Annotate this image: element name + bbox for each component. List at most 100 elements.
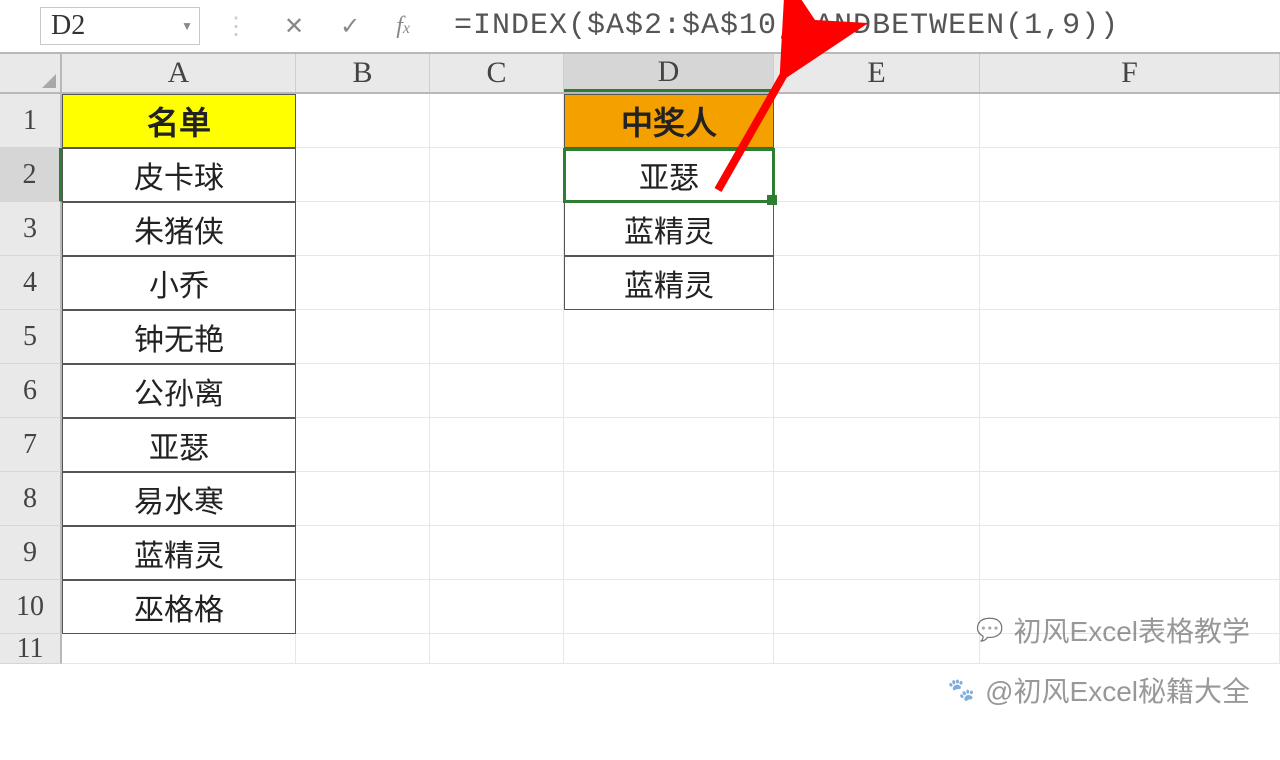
cell-C3[interactable]	[430, 202, 564, 256]
col-header-C[interactable]: C	[430, 54, 564, 92]
row-header-3[interactable]: 3	[0, 202, 62, 256]
row-header-9[interactable]: 9	[0, 526, 62, 580]
cell-A5[interactable]: 钟无艳	[62, 310, 296, 364]
cell-D11[interactable]	[564, 634, 774, 664]
cell-E7[interactable]	[774, 418, 980, 472]
formula-bar-buttons: ⋮ ✕ fx	[200, 12, 434, 41]
cell-A3[interactable]: 朱猪侠	[62, 202, 296, 256]
cell-D8[interactable]	[564, 472, 774, 526]
row-2: 2 皮卡球 亚瑟	[0, 148, 1280, 202]
cell-F3[interactable]	[980, 202, 1280, 256]
row-5: 5 钟无艳	[0, 310, 1280, 364]
cell-D10[interactable]	[564, 580, 774, 634]
cell-F1[interactable]	[980, 94, 1280, 148]
formula-bar: D2 ▼ ⋮ ✕ fx =INDEX($A$2:$A$10,RANDBETWEE…	[0, 0, 1280, 54]
cell-D1[interactable]: 中奖人	[564, 94, 774, 148]
cell-F5[interactable]	[980, 310, 1280, 364]
cell-D9[interactable]	[564, 526, 774, 580]
cell-B11[interactable]	[296, 634, 430, 664]
col-header-A[interactable]: A	[62, 54, 296, 92]
cell-B2[interactable]	[296, 148, 430, 202]
cell-F4[interactable]	[980, 256, 1280, 310]
col-header-E[interactable]: E	[774, 54, 980, 92]
cell-C4[interactable]	[430, 256, 564, 310]
fx-icon[interactable]: fx	[396, 13, 410, 40]
cell-D7[interactable]	[564, 418, 774, 472]
row-3: 3 朱猪侠 蓝精灵	[0, 202, 1280, 256]
column-headers: A B C D E F	[0, 54, 1280, 94]
select-all-corner[interactable]	[0, 54, 62, 92]
row-1: 1 名单 中奖人	[0, 94, 1280, 148]
cell-D6[interactable]	[564, 364, 774, 418]
watermark-2: 🐾 @初风Excel秘籍大全	[948, 670, 1250, 710]
cell-F6[interactable]	[980, 364, 1280, 418]
cell-E5[interactable]	[774, 310, 980, 364]
col-header-D[interactable]: D	[564, 54, 774, 92]
cell-B6[interactable]	[296, 364, 430, 418]
row-header-1[interactable]: 1	[0, 94, 62, 148]
name-box-dropdown-icon[interactable]: ▼	[181, 19, 193, 34]
cell-E9[interactable]	[774, 526, 980, 580]
cell-E11[interactable]	[774, 634, 980, 664]
cell-E8[interactable]	[774, 472, 980, 526]
cell-C11[interactable]	[430, 634, 564, 664]
watermark-2-text: @初风Excel秘籍大全	[985, 670, 1250, 710]
cell-D5[interactable]	[564, 310, 774, 364]
cell-A1[interactable]: 名单	[62, 94, 296, 148]
cell-B5[interactable]	[296, 310, 430, 364]
cell-A6[interactable]: 公孙离	[62, 364, 296, 418]
cell-C1[interactable]	[430, 94, 564, 148]
row-header-4[interactable]: 4	[0, 256, 62, 310]
cell-E1[interactable]	[774, 94, 980, 148]
cell-E2[interactable]	[774, 148, 980, 202]
name-box[interactable]: D2 ▼	[40, 7, 200, 45]
col-header-F[interactable]: F	[980, 54, 1280, 92]
cell-E6[interactable]	[774, 364, 980, 418]
cell-A10[interactable]: 巫格格	[62, 580, 296, 634]
cell-F2[interactable]	[980, 148, 1280, 202]
cell-C6[interactable]	[430, 364, 564, 418]
cell-F7[interactable]	[980, 418, 1280, 472]
cell-C9[interactable]	[430, 526, 564, 580]
cell-A7[interactable]: 亚瑟	[62, 418, 296, 472]
cell-C7[interactable]	[430, 418, 564, 472]
formula-bar-separator-icon: ⋮	[224, 12, 248, 41]
formula-input[interactable]: =INDEX($A$2:$A$10,RANDBETWEEN(1,9))	[434, 9, 1280, 43]
cell-D3[interactable]: 蓝精灵	[564, 202, 774, 256]
row-header-7[interactable]: 7	[0, 418, 62, 472]
cell-A11[interactable]	[62, 634, 296, 664]
row-header-2[interactable]: 2	[0, 148, 62, 202]
cell-A8[interactable]: 易水寒	[62, 472, 296, 526]
row-header-8[interactable]: 8	[0, 472, 62, 526]
cell-B4[interactable]	[296, 256, 430, 310]
cell-F8[interactable]	[980, 472, 1280, 526]
cell-F9[interactable]	[980, 526, 1280, 580]
cell-B1[interactable]	[296, 94, 430, 148]
cell-E3[interactable]	[774, 202, 980, 256]
cell-B9[interactable]	[296, 526, 430, 580]
cell-B7[interactable]	[296, 418, 430, 472]
row-6: 6 公孙离	[0, 364, 1280, 418]
row-9: 9 蓝精灵	[0, 526, 1280, 580]
cell-D4[interactable]: 蓝精灵	[564, 256, 774, 310]
cell-E10[interactable]	[774, 580, 980, 634]
cell-E4[interactable]	[774, 256, 980, 310]
cell-D2[interactable]: 亚瑟	[564, 148, 774, 202]
cell-B3[interactable]	[296, 202, 430, 256]
col-header-B[interactable]: B	[296, 54, 430, 92]
cell-C8[interactable]	[430, 472, 564, 526]
cell-B8[interactable]	[296, 472, 430, 526]
row-header-11[interactable]: 11	[0, 634, 62, 664]
cell-C5[interactable]	[430, 310, 564, 364]
cell-A2[interactable]: 皮卡球	[62, 148, 296, 202]
cell-B10[interactable]	[296, 580, 430, 634]
cell-A4[interactable]: 小乔	[62, 256, 296, 310]
confirm-icon[interactable]	[340, 12, 360, 41]
row-header-5[interactable]: 5	[0, 310, 62, 364]
row-header-10[interactable]: 10	[0, 580, 62, 634]
cell-A9[interactable]: 蓝精灵	[62, 526, 296, 580]
row-header-6[interactable]: 6	[0, 364, 62, 418]
cell-C10[interactable]	[430, 580, 564, 634]
cancel-icon[interactable]: ✕	[284, 12, 304, 41]
cell-C2[interactable]	[430, 148, 564, 202]
